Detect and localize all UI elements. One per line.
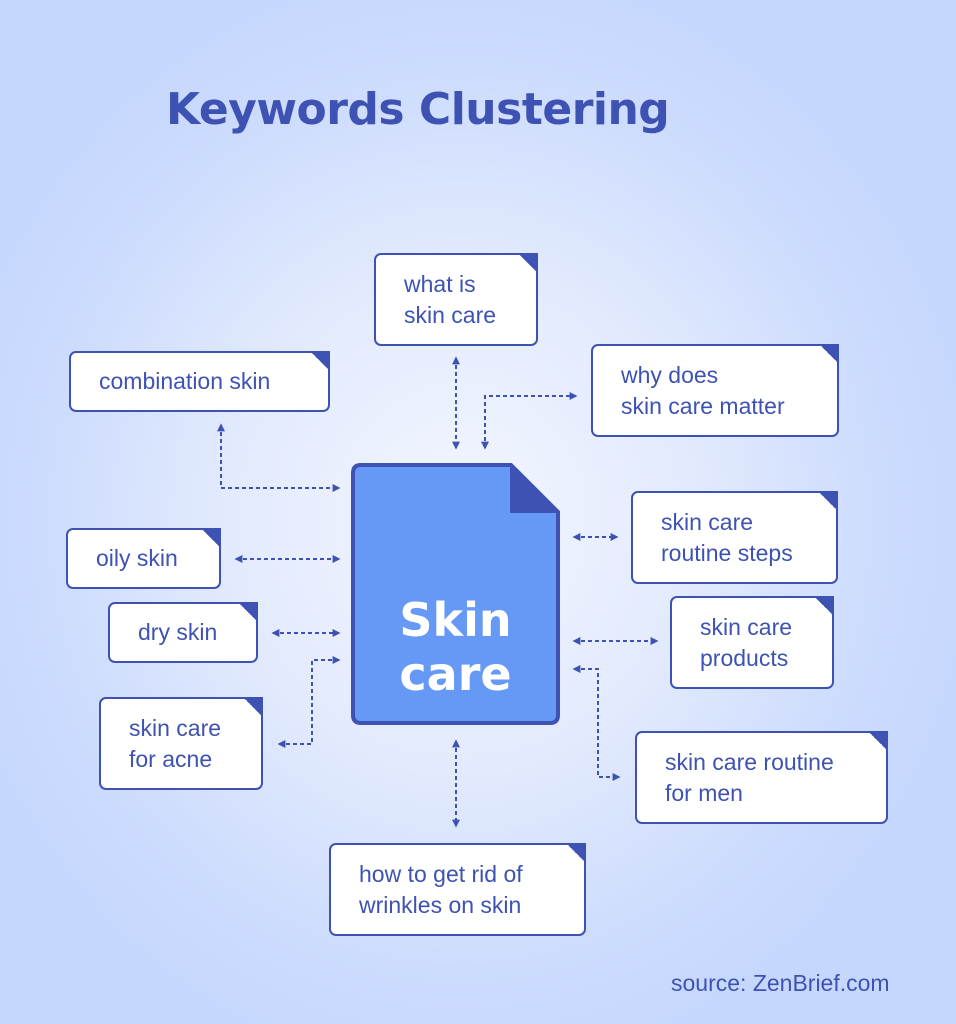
keyword-card-skin-care-routine-steps: skin care routine steps [631,491,838,584]
connector-skin-care-routine-for-men [572,665,621,781]
connector-skin-care-for-acne [277,656,341,748]
folded-corner-icon [819,344,839,364]
folded-corner-icon [814,596,834,616]
keyword-card-oily-skin: oily skin [66,528,221,589]
keyword-card-why-does-skin-care-matter: why does skin care matter [591,344,839,437]
folded-corner-icon [310,351,330,371]
keyword-text: for acne [129,745,213,772]
keyword-text: skin care routine [665,748,834,775]
source-credit: source: ZenBrief.com [671,970,890,996]
connector-why-does-skin-care-matter [481,392,578,450]
center-topic-label: Skin care [351,593,560,701]
keyword-text: skin care [404,301,497,328]
keyword-text: skin care [129,714,222,741]
folded-corner-icon [518,253,538,273]
keyword-text: what is [404,270,476,297]
keyword-card-skin-care-for-acne: skin care for acne [99,697,263,790]
folded-corner-icon [201,528,221,548]
keyword-text: products [700,644,789,671]
keyword-card-how-to-get-rid-of-wrinkles: how to get rid of wrinkles on skin [329,843,586,936]
folded-corner-icon [868,731,888,751]
keyword-text: skin care [661,508,754,535]
center-topic-line-1: Skin [399,593,512,647]
keyword-text: skin care [700,613,793,640]
keyword-text: combination skin [99,368,271,394]
keyword-card-skin-care-products: skin care products [670,596,834,689]
keyword-text: wrinkles on skin [359,891,522,918]
folded-corner-icon [566,843,586,863]
keyword-text: routine steps [661,539,793,566]
keyword-text: why does [621,361,719,388]
folded-corner-icon [238,602,258,622]
center-topic-line-2: care [399,647,512,701]
folded-corner-icon [818,491,838,511]
connector-combination-skin [217,423,341,492]
keyword-card-combination-skin: combination skin [69,351,330,412]
keyword-text: how to get rid of [359,860,523,887]
keyword-text: skin care matter [621,392,785,419]
keyword-card-what-is-skin-care: what is skin care [374,253,538,346]
keyword-text: for men [665,779,743,806]
keyword-card-skin-care-routine-for-men: skin care routine for men [635,731,888,824]
keyword-card-dry-skin: dry skin [108,602,258,663]
center-topic-document: Skin care [351,463,560,725]
folded-corner-icon [243,697,263,717]
